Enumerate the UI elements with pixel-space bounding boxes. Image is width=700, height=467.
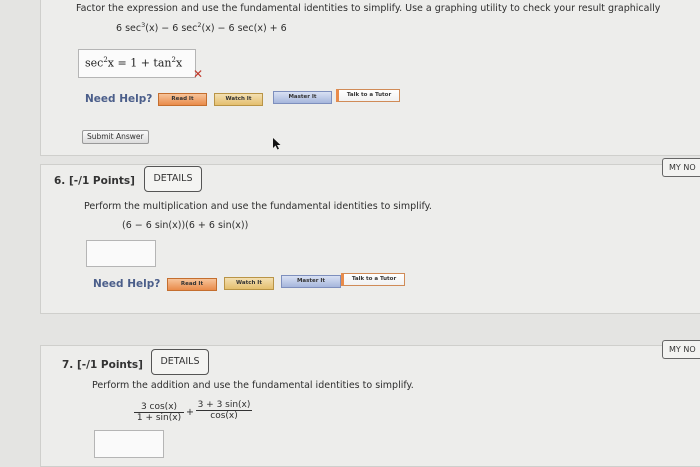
q7-instruction: Perform the addition and use the fundame… — [92, 380, 414, 391]
q6-need-help-label: Need Help? — [93, 278, 161, 290]
q5-read-it-button[interactable]: Read It — [158, 93, 207, 106]
q7-fraction-2-numerator: 3 + 3 sin(x) — [196, 400, 252, 411]
q7-plus-sign: + — [186, 407, 194, 418]
q7-fraction-2: 3 + 3 sin(x) cos(x) — [196, 400, 252, 421]
q7-fraction-2-denominator: cos(x) — [210, 411, 238, 421]
q6-expression: (6 − 6 sin(x))(6 + 6 sin(x)) — [122, 220, 249, 231]
q6-title: 6. [-/1 Points] — [54, 175, 135, 187]
q6-master-it-button[interactable]: Master It — [281, 275, 341, 288]
q7-title: 7. [-/1 Points] — [62, 359, 143, 371]
q5-instruction: Factor the expression and use the fundam… — [76, 3, 661, 14]
q6-answer-field[interactable] — [86, 240, 156, 267]
q7-answer-field[interactable] — [94, 430, 164, 458]
q6-details-button[interactable]: DETAILS — [144, 166, 202, 192]
q5-talk-to-tutor-button[interactable]: Talk to a Tutor — [336, 89, 400, 102]
incorrect-icon: ✕ — [193, 67, 204, 81]
q6-instruction: Perform the multiplication and use the f… — [84, 201, 432, 212]
q7-fraction-1-denominator: 1 + sin(x) — [136, 413, 182, 423]
q6-read-it-button[interactable]: Read It — [167, 278, 217, 291]
question-6-card — [40, 164, 700, 314]
q7-fraction-1-numerator: 3 cos(x) — [134, 402, 184, 413]
mouse-cursor-icon — [273, 138, 281, 150]
q6-talk-to-tutor-button[interactable]: Talk to a Tutor — [341, 273, 405, 286]
q5-submit-answer-button[interactable]: Submit Answer — [82, 130, 149, 144]
q5-need-help-label: Need Help? — [85, 93, 153, 105]
q5-expression: 6 sec3(x) − 6 sec2(x) − 6 sec(x) + 6 — [116, 21, 287, 35]
q6-watch-it-button[interactable]: Watch It — [224, 277, 274, 290]
q7-fraction-1: 3 cos(x) 1 + sin(x) — [134, 402, 184, 423]
q5-watch-it-button[interactable]: Watch It — [214, 93, 263, 106]
q7-my-notes-button[interactable]: MY NO — [662, 340, 700, 359]
q5-answer-value: sec2x = 1 + tan2x — [85, 56, 183, 70]
q5-master-it-button[interactable]: Master It — [273, 91, 332, 104]
q5-answer-field[interactable]: sec2x = 1 + tan2x — [78, 49, 196, 78]
q7-details-button[interactable]: DETAILS — [151, 349, 209, 375]
q6-my-notes-button[interactable]: MY NO — [662, 158, 700, 177]
